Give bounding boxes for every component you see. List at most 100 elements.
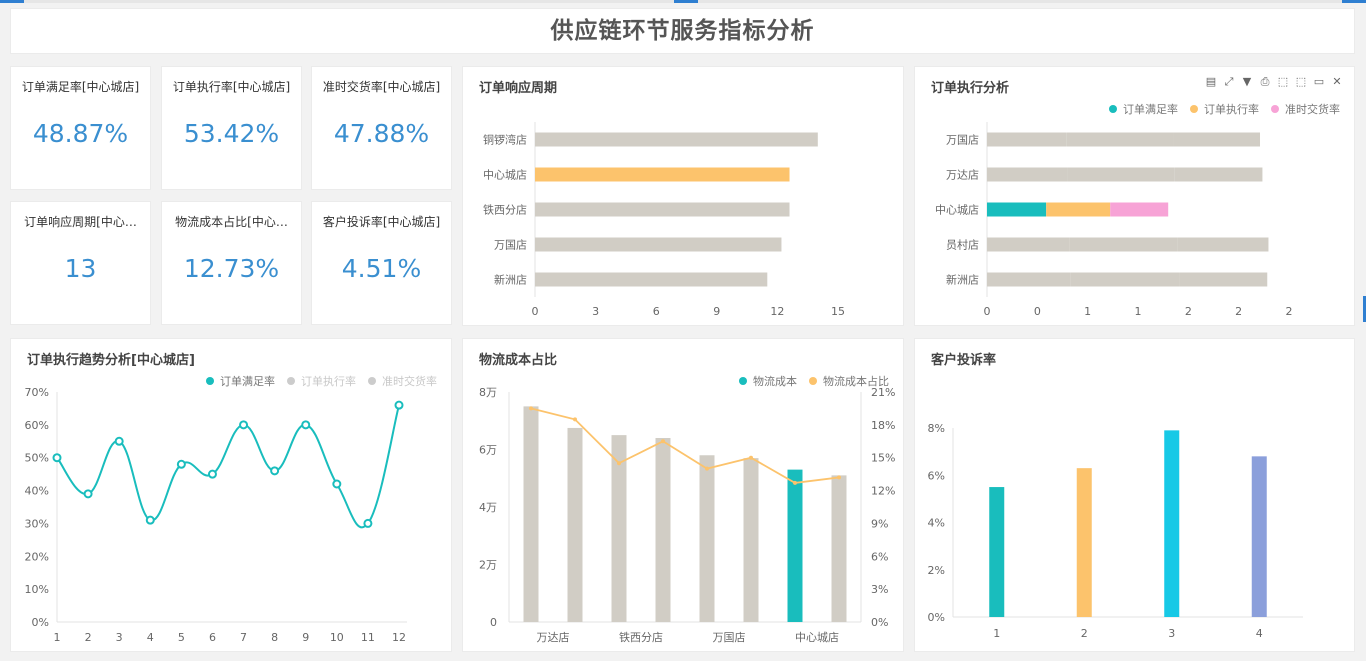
kpi-card-ontime-rate[interactable]: 准时交货率[中心城店] 47.88% — [311, 66, 452, 190]
x-tick-label: 3 — [1168, 627, 1175, 640]
complaint-rate-chart: 0% 2% 4% 6% 8% 1 2 3 4 — [928, 422, 1303, 640]
kpi-value: 53.42% — [183, 119, 280, 148]
y-tick-label: 0 — [490, 616, 497, 629]
data-point — [363, 518, 373, 528]
bar — [655, 438, 671, 622]
top-strip — [0, 0, 1366, 3]
kpi-title: 订单执行率[中心城店] — [172, 80, 291, 94]
bar-segment — [1070, 272, 1180, 287]
y-tick-label: 20% — [25, 550, 49, 563]
bar-segment — [1066, 132, 1174, 147]
x-tick-label: 4 — [1256, 627, 1263, 640]
top-strip-mark — [674, 0, 698, 3]
data-point — [661, 439, 665, 444]
x-tick-label: 8 — [271, 631, 278, 644]
x-tick-label: 2 — [1185, 305, 1192, 318]
y-tick-label: 10% — [25, 583, 49, 596]
bar — [535, 167, 790, 182]
x-tick-label: 0 — [1034, 305, 1041, 318]
bar — [535, 272, 768, 287]
x-tick-label: 7 — [240, 631, 247, 644]
x-tick-label: 2 — [1081, 627, 1088, 640]
y-tick-label: 30% — [25, 517, 49, 530]
kpi-title: 物流成本占比[中心… — [175, 215, 288, 229]
y2-tick-label: 3% — [871, 583, 888, 596]
x-tick-label: 1 — [993, 627, 1000, 640]
y-tick-label: 6万 — [479, 444, 497, 457]
data-point — [793, 480, 797, 485]
bar — [535, 202, 790, 217]
bar — [1076, 468, 1092, 617]
response-cycle-chart: 铜锣湾店中心城店铁西分店万国店新洲店 0 3 6 9 12 15 — [483, 122, 845, 318]
category-label: 铁西分店 — [483, 203, 527, 217]
bar — [535, 237, 782, 252]
execution-trend-chart: 0%10%20%30%40%50%60%70%1 2 3 4 5 6 7 8 9 10 11 12 — [25, 386, 407, 644]
x-tick-label: 中心城店 — [795, 630, 839, 644]
bar-segment — [987, 167, 1068, 182]
bar-segment — [1069, 237, 1178, 252]
execution-analysis-chart: 万国店万达店中心城店员村店新洲店 0 0 1 1 2 2 2 — [935, 122, 1293, 318]
logistics-cost-chart: 0 2万 4万 6万 8万 0% 3% 6% 9% 12% 15% 18% 21% 万达店 铁西分店 万国店 中… — [479, 386, 895, 644]
y-tick-label: 70% — [25, 386, 49, 399]
y-tick-label: 2万 — [479, 559, 497, 572]
bar-segment — [1067, 167, 1175, 182]
bar — [1251, 456, 1267, 617]
page-header: 供应链环节服务指标分析 — [10, 8, 1355, 54]
kpi-card-response-cycle[interactable]: 订单响应周期[中心… 13 — [10, 201, 151, 325]
panel-logistics-cost: 物流成本占比 物流成本 物流成本占比 0 2万 4万 6万 8万 0% 3% 6% 9% 12% 1… — [462, 338, 904, 652]
x-tick-label: 2 — [1235, 305, 1242, 318]
bar-segment — [987, 132, 1067, 147]
x-tick-label: 1 — [1084, 305, 1091, 318]
y-tick-label: 40% — [25, 485, 49, 498]
bar-segment — [1177, 237, 1269, 252]
y2-tick-label: 15% — [871, 452, 895, 465]
data-point — [114, 436, 124, 446]
x-tick-label: 2 — [85, 631, 92, 644]
bar-segment — [1179, 272, 1268, 287]
x-tick-label: 万达店 — [537, 630, 570, 644]
kpi-card-fill-rate[interactable]: 订单满足率[中心城店] 48.87% — [10, 66, 151, 190]
x-tick-label: 9 — [302, 631, 309, 644]
data-point — [617, 461, 621, 466]
kpi-card-logistics-cost[interactable]: 物流成本占比[中心… 12.73% — [161, 201, 302, 325]
bar — [567, 427, 583, 622]
panel-response-cycle: 订单响应周期 铜锣湾店 中心城店 铁西分店 万国店 新洲店 0 3 6 9 12 15 — [462, 66, 904, 326]
data-point — [301, 420, 311, 430]
data-point — [207, 469, 217, 479]
category-label: 新洲店 — [494, 273, 527, 287]
category-label: 员村店 — [946, 238, 979, 252]
data-point — [52, 453, 62, 463]
panel-execution-analysis: 订单执行分析 ▤ ⤢ ▼ ⎙ ⬚ ⬚ ▭ ✕ 订单满足率 订单执行率 准时交货率… — [914, 66, 1355, 326]
data-point — [749, 455, 753, 460]
kpi-value: 12.73% — [183, 254, 280, 283]
x-tick-label: 1 — [54, 631, 61, 644]
kpi-card-execution-rate[interactable]: 订单执行率[中心城店] 53.42% — [161, 66, 302, 190]
y-tick-label: 8% — [928, 422, 945, 435]
category-label: 新洲店 — [946, 273, 979, 287]
x-tick-label: 12 — [770, 305, 784, 318]
x-tick-label: 铁西分店 — [619, 630, 663, 644]
data-point — [270, 466, 280, 476]
x-tick-label: 3 — [592, 305, 599, 318]
panel-execution-trend: 订单执行趋势分析[中心城店] 订单满足率 订单执行率 准时交货率 0% 10% 20… — [10, 338, 452, 652]
data-point — [837, 475, 841, 480]
bar-segment — [987, 272, 1071, 287]
bar — [989, 487, 1005, 617]
data-point — [145, 515, 155, 525]
kpi-card-complaint-rate[interactable]: 客户投诉率[中心城店] 4.51% — [311, 201, 452, 325]
data-point — [83, 489, 93, 499]
x-tick-label: 9 — [713, 305, 720, 318]
kpi-title: 准时交货率[中心城店] — [322, 80, 441, 94]
category-label: 中心城店 — [483, 168, 527, 182]
y2-tick-label: 6% — [871, 550, 888, 563]
y-tick-label: 6% — [928, 469, 945, 482]
x-tick-label: 10 — [330, 631, 344, 644]
y-tick-label: 50% — [25, 452, 49, 465]
bar-segment — [1046, 202, 1111, 217]
bar — [699, 455, 715, 622]
x-tick-label: 万国店 — [713, 630, 746, 644]
top-strip-mark — [1342, 0, 1366, 3]
data-point — [394, 400, 404, 410]
y-tick-label: 8万 — [479, 386, 497, 399]
x-tick-label: 11 — [361, 631, 375, 644]
